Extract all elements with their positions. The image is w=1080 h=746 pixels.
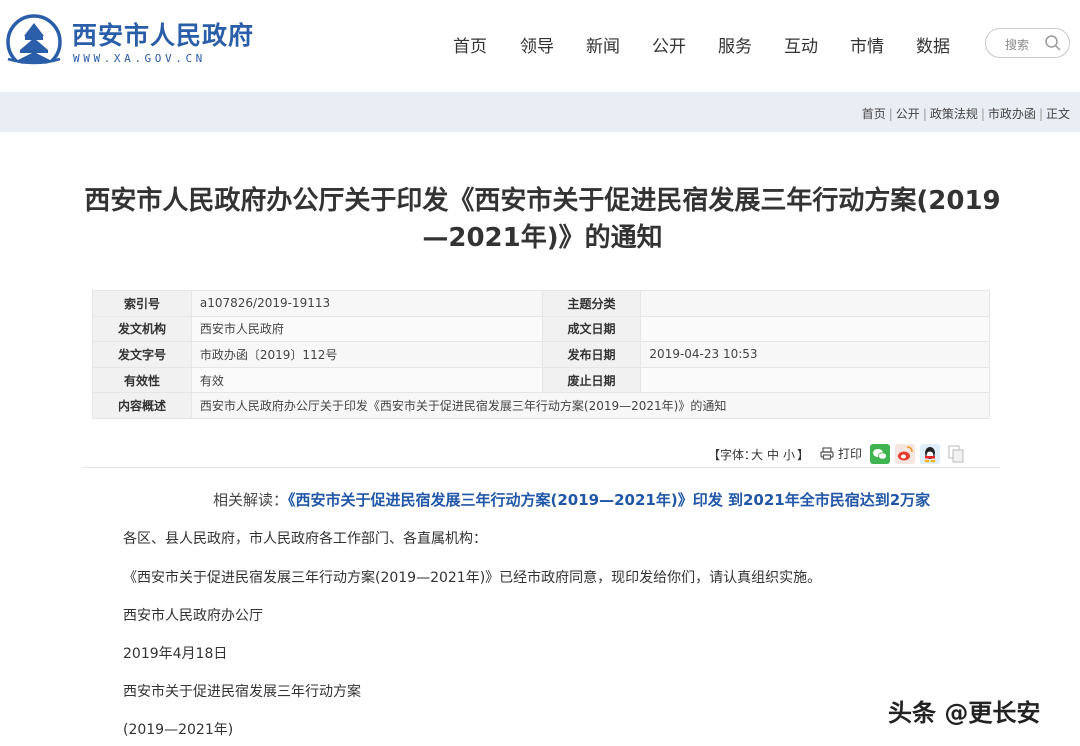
search-icon[interactable] (1044, 34, 1062, 52)
meta-label: 有效性 (92, 366, 192, 394)
breadcrumb-separator: | (888, 107, 893, 121)
paragraph-plan-title: 西安市关于促进民宿发展三年行动方案 (123, 684, 361, 700)
divider (82, 467, 1000, 468)
nav-item-public[interactable]: 公开 (652, 32, 686, 57)
meta-label: 发布日期 (541, 341, 642, 368)
related-reading: 相关解读：《西安市关于促进民宿发展三年行动方案(2019—2021年)》印发 到… (213, 489, 930, 510)
wechat-share-icon[interactable] (870, 444, 890, 464)
search-placeholder: 搜索 (1005, 38, 1030, 52)
meta-value (640, 315, 990, 343)
qq-share-icon[interactable] (920, 444, 940, 464)
table-row: 内容概述 西安市人民政府办公厅关于印发《西安市关于促进民宿发展三年行动方案(20… (92, 392, 991, 419)
meta-label: 主题分类 (541, 290, 642, 317)
table-row: 发文机构 西安市人民政府 成文日期 (92, 315, 990, 343)
related-reading-label: 相关解读： (213, 491, 289, 509)
nav-item-city-info[interactable]: 市情 (850, 32, 884, 57)
watermark: 头条 @更长安 (888, 699, 1041, 727)
breadcrumb-separator: | (922, 107, 927, 121)
paragraph-date: 2019年4月18日 (123, 646, 228, 662)
meta-value (640, 366, 990, 394)
paragraph-notice: 《西安市关于促进民宿发展三年行动方案(2019—2021年)》已经市政府同意，现… (123, 570, 822, 586)
meta-label: 索引号 (92, 290, 192, 317)
meta-label: 废止日期 (541, 366, 642, 394)
breadcrumb-current: 正文 (1045, 107, 1070, 121)
article-title-line1: 西安市人民政府办公厅关于印发《西安市关于促进民宿发展三年行动方案(2019 (84, 186, 1001, 216)
related-reading-link[interactable]: 《西安市关于促进民宿发展三年行动方案(2019—2021年)》印发 到2021年… (288, 491, 930, 509)
breadcrumb-home[interactable]: 首页 (862, 107, 886, 121)
meta-label: 发文字号 (92, 341, 192, 368)
breadcrumb-policy[interactable]: 政策法规 (930, 107, 978, 121)
font-size-prefix: 【字体： (708, 448, 757, 462)
nav-item-news[interactable]: 新闻 (586, 32, 620, 57)
weibo-share-icon[interactable] (895, 444, 915, 464)
paragraph-recipients: 各区、县人民政府，市人民政府各工作部门、各直属机构： (123, 531, 487, 547)
breadcrumb-bar: 首页 | 公开 | 政策法规 | 市政办函 | 正文 (0, 92, 1080, 132)
table-row: 索引号 a107826/2019-19113 主题分类 (92, 290, 990, 317)
table-row: 发文字号 市政办函〔2019〕112号 发布日期 2019-04-23 10:5… (92, 341, 990, 368)
nav-item-services[interactable]: 服务 (718, 32, 752, 57)
print-button[interactable]: 打印 (838, 445, 862, 462)
meta-label: 内容概述 (92, 392, 192, 419)
meta-label: 发文机构 (92, 315, 192, 343)
breadcrumb-separator: | (1038, 107, 1043, 121)
breadcrumb-city-letters[interactable]: 市政办函 (988, 107, 1036, 121)
site-header: 西安市人民政府 WWW.XA.GOV.CN 首页 领导 新闻 公开 服务 互动 … (0, 0, 1080, 92)
article-title: 西安市人民政府办公厅关于印发《西安市关于促进民宿发展三年行动方案(2019 —2… (80, 183, 1005, 257)
meta-value (640, 290, 990, 317)
paragraph-issuer: 西安市人民政府办公厅 (123, 608, 263, 624)
meta-value: 西安市人民政府 (190, 315, 543, 343)
main-nav: 首页 领导 新闻 公开 服务 互动 市情 数据 (0, 32, 1080, 57)
breadcrumb-public[interactable]: 公开 (896, 107, 920, 121)
nav-item-leaders[interactable]: 领导 (520, 32, 554, 57)
search-input[interactable]: 搜索 (985, 28, 1070, 58)
printer-icon[interactable] (820, 447, 834, 460)
breadcrumb-separator: | (980, 107, 985, 121)
font-size-suffix: 】 (797, 448, 810, 462)
meta-value: 有效 (190, 366, 543, 394)
copy-icon[interactable] (946, 444, 966, 464)
font-size-small-button[interactable]: 小 (783, 446, 795, 463)
meta-value: a107826/2019-19113 (190, 290, 543, 317)
meta-value: 西安市人民政府办公厅关于印发《西安市关于促进民宿发展三年行动方案(2019—20… (190, 392, 991, 419)
document-meta-table: 索引号 a107826/2019-19113 主题分类 发文机构 西安市人民政府… (92, 290, 991, 419)
meta-value: 2019-04-23 10:53 (640, 341, 990, 368)
table-row: 有效性 有效 废止日期 (92, 366, 990, 394)
font-size-medium-button[interactable]: 中 (767, 446, 779, 463)
nav-item-data[interactable]: 数据 (916, 32, 950, 57)
nav-item-interaction[interactable]: 互动 (784, 32, 818, 57)
article-title-line2: —2021年)》的通知 (422, 223, 663, 253)
nav-item-home[interactable]: 首页 (453, 32, 487, 57)
breadcrumb: 首页 | 公开 | 政策法规 | 市政办函 | 正文 (862, 105, 1070, 122)
font-size-large-button[interactable]: 大 (751, 446, 763, 463)
meta-value: 市政办函〔2019〕112号 (190, 341, 543, 368)
paragraph-plan-years: (2019—2021年) (123, 722, 234, 738)
meta-label: 成文日期 (541, 315, 642, 343)
